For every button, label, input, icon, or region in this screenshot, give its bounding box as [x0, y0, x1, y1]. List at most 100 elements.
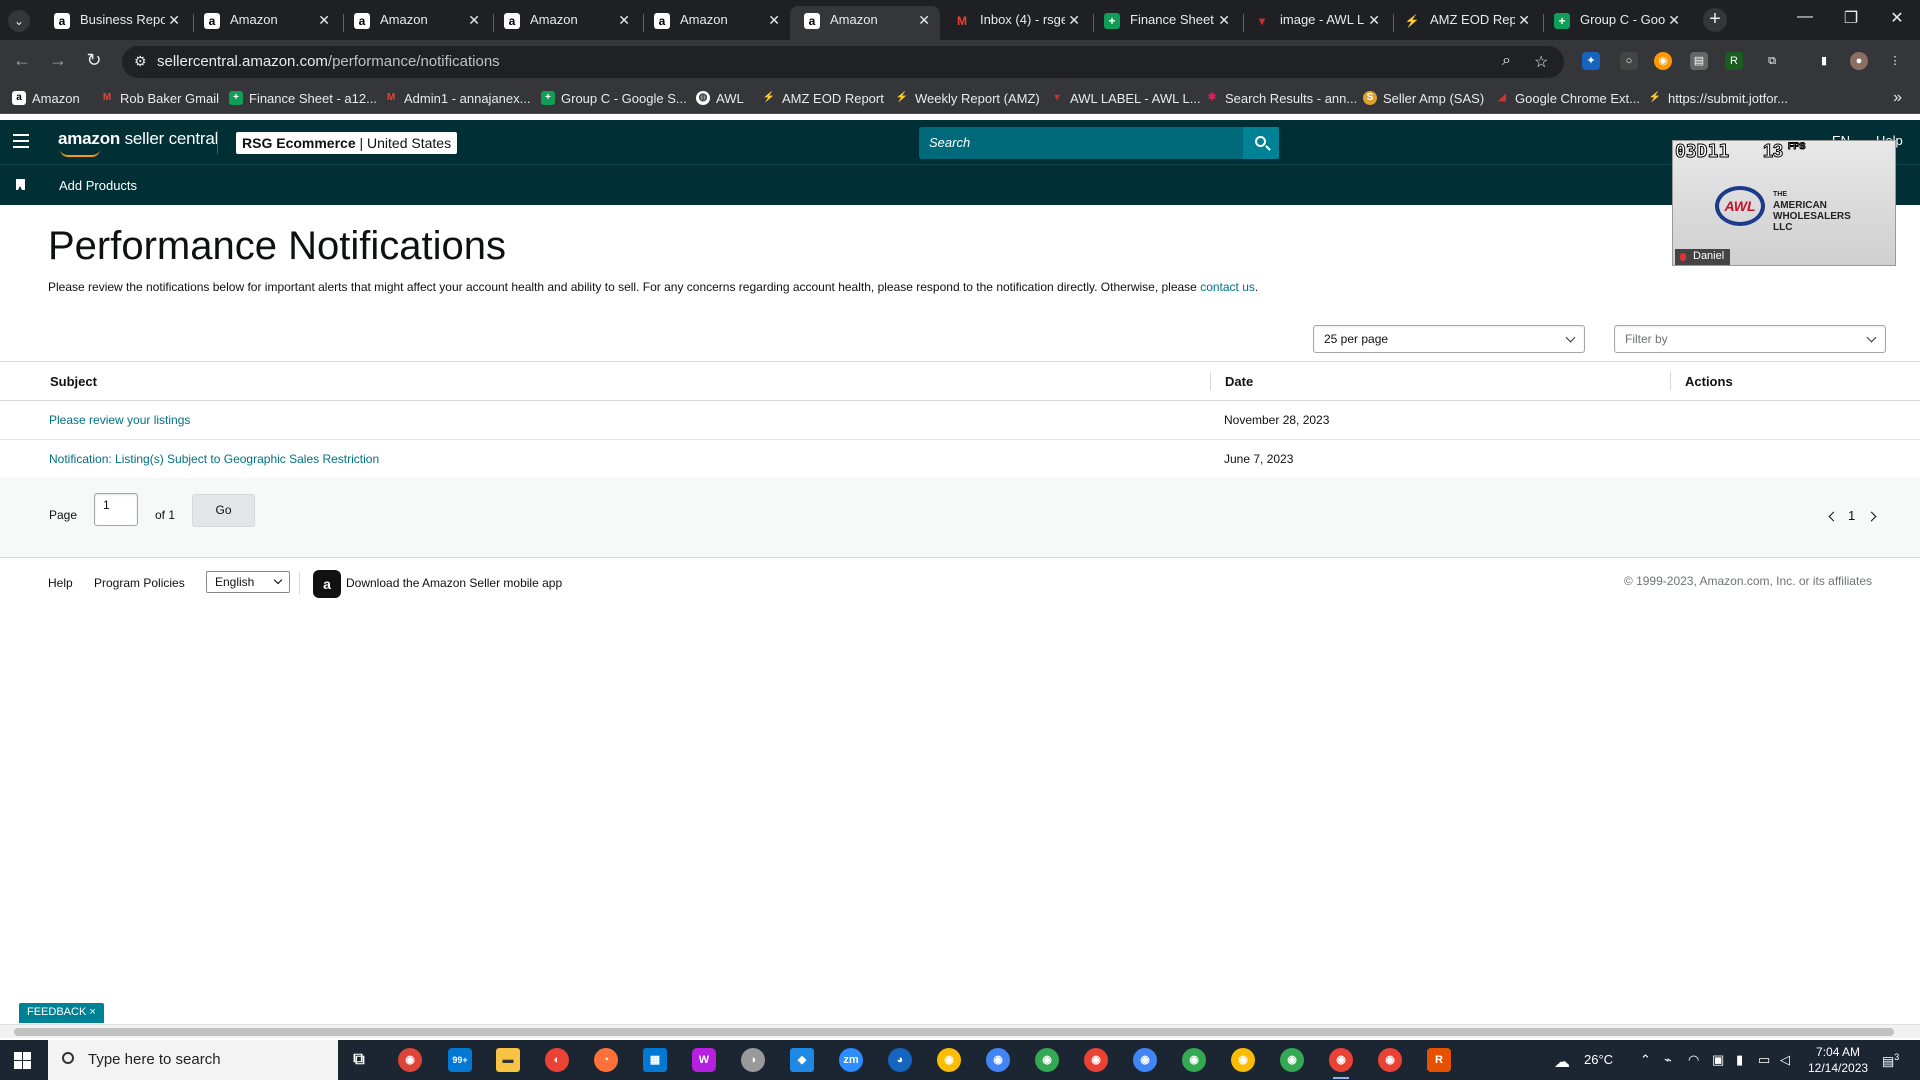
minimize-icon[interactable]: —: [1782, 8, 1828, 26]
app-icon[interactable]: W: [692, 1048, 716, 1072]
notification-subject-link[interactable]: Please review your listings: [49, 413, 190, 427]
browser-tab[interactable]: a Amazon ✕: [190, 6, 340, 40]
current-page-number[interactable]: 1: [1848, 508, 1855, 523]
extension-icon[interactable]: ◉: [1654, 52, 1672, 70]
network-icon[interactable]: ⌁: [1664, 1052, 1672, 1068]
chrome-app-icon[interactable]: ◉: [1182, 1048, 1206, 1072]
extension-off-icon[interactable]: ○: [1620, 52, 1638, 70]
forward-arrow-icon[interactable]: →: [46, 50, 70, 71]
extension-icon[interactable]: ✦: [1582, 52, 1600, 70]
header-search-button[interactable]: [1243, 127, 1279, 159]
horizontal-scrollbar[interactable]: [0, 1024, 1920, 1038]
chrome-app-icon[interactable]: ◉: [1133, 1048, 1157, 1072]
close-tab-icon[interactable]: ✕: [1518, 6, 1530, 34]
bookmark-item[interactable]: ⚡ AMZ EOD Report: [762, 91, 884, 106]
app-icon[interactable]: ◑: [741, 1048, 765, 1072]
chrome-app-icon[interactable]: ◉: [1280, 1048, 1304, 1072]
app-icon[interactable]: ◆: [790, 1048, 814, 1072]
camera-icon[interactable]: ▣: [1712, 1052, 1724, 1068]
browser-tab-active[interactable]: a Amazon ✕: [790, 6, 940, 40]
notification-center-icon[interactable]: ▤3: [1882, 1052, 1899, 1069]
hamburger-menu-icon[interactable]: [13, 134, 29, 152]
new-tab-plus-icon[interactable]: +: [1703, 8, 1727, 32]
download-app-link[interactable]: Download the Amazon Seller mobile app: [346, 576, 562, 590]
footer-help-link[interactable]: Help: [48, 576, 73, 590]
app-icon[interactable]: ◕: [888, 1048, 912, 1072]
browser-tab[interactable]: ▾ image - AWL L ✕: [1240, 6, 1390, 40]
feedback-button[interactable]: FEEDBACK ×: [19, 1003, 104, 1023]
site-info-icon[interactable]: ⚙: [134, 53, 147, 70]
extension-icon[interactable]: ▤: [1690, 52, 1708, 70]
calculator-icon[interactable]: ▦: [643, 1048, 667, 1072]
page-number-input[interactable]: 1: [94, 493, 138, 526]
tab-search-chevron-icon[interactable]: ⌄: [8, 10, 30, 32]
chrome-app-icon[interactable]: ◉: [398, 1048, 422, 1072]
chrome-app-icon[interactable]: ◉: [1084, 1048, 1108, 1072]
bookmark-item[interactable]: ⚡ https://submit.jotfor...: [1648, 91, 1788, 106]
zoom-app-icon[interactable]: zm: [839, 1048, 863, 1072]
bookmark-item[interactable]: + Group C - Google S...: [541, 91, 687, 106]
task-view-icon[interactable]: ⧉: [347, 1048, 371, 1072]
account-switcher[interactable]: RSG Ecommerce | United States: [236, 132, 458, 154]
bookmark-item[interactable]: a Amazon: [12, 91, 80, 106]
tray-overflow-chevron-icon[interactable]: ⌃: [1640, 1052, 1651, 1068]
browser-tab[interactable]: ⚡ AMZ EOD Rep ✕: [1390, 6, 1540, 40]
close-tab-icon[interactable]: ✕: [318, 6, 330, 34]
close-tab-icon[interactable]: ✕: [468, 6, 480, 34]
close-window-icon[interactable]: ✕: [1874, 8, 1920, 28]
browser-tab[interactable]: a Amazon ✕: [340, 6, 490, 40]
windows-start-icon[interactable]: [14, 1052, 31, 1069]
amazon-seller-app-icon[interactable]: a: [313, 570, 341, 598]
chrome-app-icon[interactable]: ◉: [1035, 1048, 1059, 1072]
bookmark-star-icon[interactable]: ☆: [1534, 52, 1548, 72]
browser-tab[interactable]: + Group C - Goo ✕: [1540, 6, 1690, 40]
app-icon[interactable]: R: [1427, 1048, 1451, 1072]
per-page-select[interactable]: 25 per page: [1313, 325, 1585, 353]
taskbar-search-input[interactable]: Type here to search: [48, 1040, 338, 1080]
mail-app-icon[interactable]: 99+: [448, 1048, 472, 1072]
url-text[interactable]: sellercentral.amazon.com/performance/not…: [157, 53, 500, 70]
address-bar[interactable]: ⚙ sellercentral.amazon.com/performance/n…: [122, 46, 1564, 78]
file-explorer-icon[interactable]: ▬: [496, 1048, 520, 1072]
bookmark-item[interactable]: ✱ Search Results - ann...: [1205, 91, 1357, 106]
next-page-chevron-icon[interactable]: [1866, 511, 1877, 522]
chrome-app-icon[interactable]: ◉: [1231, 1048, 1255, 1072]
back-arrow-icon[interactable]: ←: [10, 50, 34, 71]
microphone-icon[interactable]: ▮: [1736, 1052, 1743, 1068]
go-button[interactable]: Go: [192, 494, 255, 527]
footer-language-select[interactable]: English: [206, 571, 290, 593]
browser-tab[interactable]: a Amazon ✕: [490, 6, 640, 40]
header-search-input[interactable]: Search: [919, 127, 1279, 159]
side-panel-icon[interactable]: ▮: [1815, 52, 1833, 70]
bookmark-item[interactable]: ▾ AWL LABEL - AWL L...: [1050, 91, 1200, 106]
restore-window-icon[interactable]: ❐: [1828, 8, 1874, 28]
wifi-icon[interactable]: ◠: [1688, 1052, 1699, 1068]
close-tab-icon[interactable]: ✕: [768, 6, 780, 34]
bookmark-item[interactable]: ⚡ Weekly Report (AMZ): [895, 91, 1040, 106]
contact-us-link[interactable]: contact us: [1200, 280, 1255, 294]
close-tab-icon[interactable]: ✕: [168, 6, 180, 34]
browser-tab[interactable]: M Inbox (4) - rsge ✕: [940, 6, 1090, 40]
filter-by-select[interactable]: Filter by: [1614, 325, 1886, 353]
bookmarks-overflow-chevron-icon[interactable]: »: [1893, 89, 1902, 107]
reload-icon[interactable]: ↻: [82, 50, 106, 71]
weather-icon[interactable]: ☁: [1554, 1052, 1570, 1072]
bookmark-item[interactable]: ◢ Google Chrome Ext...: [1495, 91, 1640, 106]
scrollbar-thumb[interactable]: [14, 1028, 1894, 1036]
notification-subject-link[interactable]: Notification: Listing(s) Subject to Geog…: [49, 452, 379, 466]
footer-program-policies-link[interactable]: Program Policies: [94, 576, 185, 590]
bookmark-item[interactable]: + Finance Sheet - a12...: [229, 91, 377, 106]
close-tab-icon[interactable]: ✕: [618, 6, 630, 34]
close-tab-icon[interactable]: ✕: [1218, 6, 1230, 34]
close-tab-icon[interactable]: ✕: [1668, 6, 1680, 34]
bookmark-item[interactable]: M Admin1 - annajanex...: [384, 91, 531, 106]
close-tab-icon[interactable]: ✕: [918, 6, 930, 34]
add-products-link[interactable]: Add Products: [59, 178, 137, 193]
chrome-menu-icon[interactable]: ⋮: [1886, 52, 1904, 70]
bookmark-item[interactable]: M Rob Baker Gmail: [100, 91, 219, 106]
seller-central-logo[interactable]: amazon seller central: [58, 129, 218, 157]
previous-page-chevron-icon[interactable]: [1828, 511, 1839, 522]
bookmark-item[interactable]: S Seller Amp (SAS): [1363, 91, 1484, 106]
battery-icon[interactable]: ▭: [1758, 1052, 1770, 1068]
bookmark-icon[interactable]: [16, 179, 25, 190]
